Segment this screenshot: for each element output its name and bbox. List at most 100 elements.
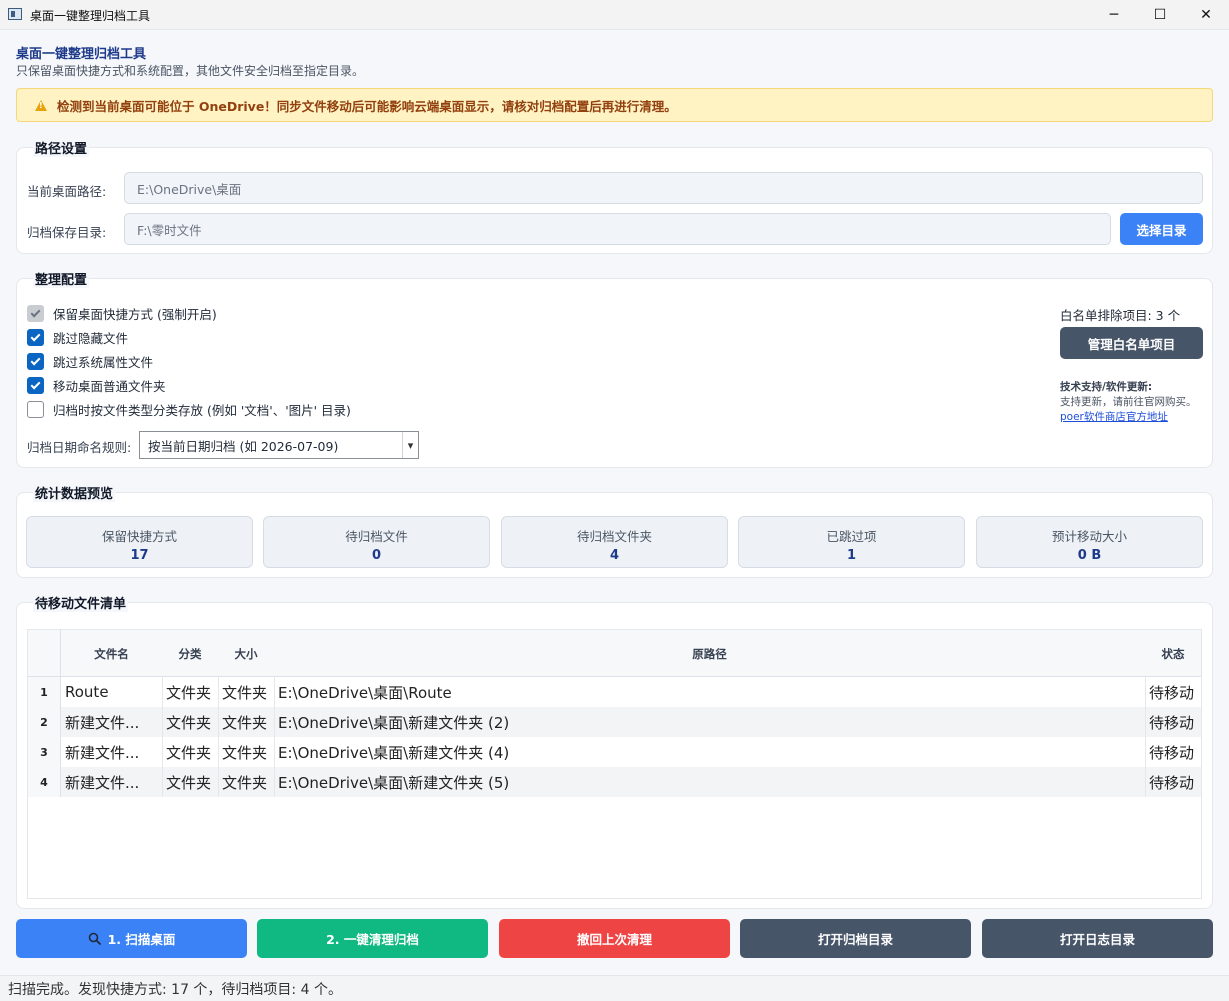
warning-text: 检测到当前桌面可能位于 OneDrive！同步文件移动后可能影响云端桌面显示，请… <box>57 98 677 114</box>
archive-path-field[interactable]: F:\零时文件 <box>124 213 1111 245</box>
column-header-status[interactable]: 状态 <box>1145 630 1201 677</box>
one-click-clean-button[interactable]: 2. 一键清理归档 <box>257 919 488 958</box>
table-row[interactable]: 3 新建文件... 文件夹 文件夹 E:\OneDrive\桌面\新建文件夹 (… <box>28 737 1201 767</box>
column-header-path[interactable]: 原路径 <box>274 630 1145 677</box>
cell-path: E:\OneDrive\桌面\Route <box>274 677 1145 707</box>
column-header-size[interactable]: 大小 <box>218 630 274 677</box>
checkbox-skip-hidden[interactable] <box>27 329 44 346</box>
date-rule-select[interactable]: 按当前日期归档 (如 2026-07-09) ▾ <box>139 431 419 459</box>
page-subtitle: 只保留桌面快捷方式和系统配置，其他文件安全归档至指定目录。 <box>16 64 365 78</box>
stat-label: 已跳过项 <box>826 529 877 544</box>
file-table[interactable]: 文件名 分类 大小 原路径 状态 1 Route 文件夹 文件夹 E:\OneD… <box>27 629 1202 899</box>
option-label: 跳过隐藏文件 <box>53 331 129 346</box>
option-keep-shortcuts: 保留桌面快捷方式 (强制开启) <box>27 304 217 323</box>
date-rule-value: 按当前日期归档 (如 2026-07-09) <box>148 438 339 454</box>
status-bar: 扫描完成。发现快捷方式: 17 个，待归档项目: 4 个。 <box>0 975 1229 1001</box>
stats-title: 统计数据预览 <box>33 483 116 502</box>
option-classify-by-type[interactable]: 归档时按文件类型分类存放 (例如 '文档'、'图片' 目录) <box>27 400 351 419</box>
close-button[interactable]: ✕ <box>1183 0 1229 30</box>
archive-path-label: 归档保存目录: <box>27 225 107 240</box>
page-title: 桌面一键整理归档工具 <box>16 47 147 62</box>
maximize-button[interactable]: ☐ <box>1137 0 1183 30</box>
window-title: 桌面一键整理归档工具 <box>30 9 151 23</box>
cell-status: 待移动 <box>1145 707 1201 737</box>
window-titlebar: 桌面一键整理归档工具 ─ ☐ ✕ <box>0 0 1229 30</box>
search-icon <box>88 932 101 945</box>
cell-size: 文件夹 <box>218 767 274 797</box>
table-row[interactable]: 1 Route 文件夹 文件夹 E:\OneDrive\桌面\Route 待移动 <box>28 677 1201 707</box>
cell-size: 文件夹 <box>218 707 274 737</box>
row-number: 1 <box>28 677 61 707</box>
filelist-title: 待移动文件清单 <box>33 593 129 612</box>
row-number: 4 <box>28 767 61 797</box>
cell-name: 新建文件... <box>65 743 140 762</box>
manage-whitelist-button[interactable]: 管理白名单项目 <box>1060 327 1203 359</box>
option-label: 移动桌面普通文件夹 <box>53 379 166 394</box>
option-skip-hidden[interactable]: 跳过隐藏文件 <box>27 328 128 347</box>
row-number: 2 <box>28 707 61 737</box>
stat-card-shortcuts: 保留快捷方式 17 <box>26 516 253 568</box>
cell-size: 文件夹 <box>218 737 274 767</box>
option-move-folders[interactable]: 移动桌面普通文件夹 <box>27 376 166 395</box>
path-settings-group: 路径设置 当前桌面路径: E:\OneDrive\桌面 归档保存目录: F:\零… <box>16 138 1213 254</box>
cell-status: 待移动 <box>1145 767 1201 797</box>
undo-clean-button[interactable]: 撤回上次清理 <box>499 919 730 958</box>
cell-type: 文件夹 <box>162 737 218 767</box>
cell-name: 新建文件... <box>65 713 140 732</box>
stat-label: 待归档文件夹 <box>576 529 652 544</box>
stat-value: 1 <box>846 548 857 563</box>
warning-icon <box>35 99 47 111</box>
cell-size: 文件夹 <box>218 677 274 707</box>
filelist-group: 待移动文件清单 文件名 分类 大小 原路径 状态 1 Route 文件夹 文件夹… <box>16 593 1213 909</box>
cell-type: 文件夹 <box>162 707 218 737</box>
row-number: 3 <box>28 737 61 767</box>
desktop-path-field[interactable]: E:\OneDrive\桌面 <box>124 172 1203 204</box>
path-settings-title: 路径设置 <box>33 138 90 157</box>
stat-card-skipped: 已跳过项 1 <box>738 516 965 568</box>
choose-directory-button[interactable]: 选择目录 <box>1120 213 1203 245</box>
stat-value: 0 B <box>1077 548 1102 563</box>
cell-name: Route <box>65 683 109 701</box>
whitelist-count: 白名单排除项目: 3 个 <box>1060 308 1181 323</box>
cell-path: E:\OneDrive\桌面\新建文件夹 (5) <box>274 767 1145 797</box>
checkbox-move-folders[interactable] <box>27 377 44 394</box>
stat-value: 0 <box>371 548 382 563</box>
stat-label: 保留快捷方式 <box>101 529 177 544</box>
checkbox-keep-shortcuts <box>27 305 44 322</box>
table-header: 文件名 分类 大小 原路径 状态 <box>28 630 1201 677</box>
stat-card-size: 预计移动大小 0 B <box>976 516 1203 568</box>
stat-value: 17 <box>130 548 149 563</box>
cell-path: E:\OneDrive\桌面\新建文件夹 (2) <box>274 707 1145 737</box>
store-link[interactable]: poer软件商店官方地址 <box>1060 409 1168 424</box>
checkbox-classify-by-type[interactable] <box>27 401 44 418</box>
table-row[interactable]: 2 新建文件... 文件夹 文件夹 E:\OneDrive\桌面\新建文件夹 (… <box>28 707 1201 737</box>
cell-type: 文件夹 <box>162 677 218 707</box>
table-row[interactable]: 4 新建文件... 文件夹 文件夹 E:\OneDrive\桌面\新建文件夹 (… <box>28 767 1201 797</box>
column-header-type[interactable]: 分类 <box>162 630 218 677</box>
cell-name: 新建文件... <box>65 773 140 792</box>
column-header-name[interactable]: 文件名 <box>61 630 162 677</box>
open-archive-dir-button[interactable]: 打开归档目录 <box>740 919 971 958</box>
chevron-down-icon: ▾ <box>402 432 418 458</box>
minimize-button[interactable]: ─ <box>1091 0 1137 30</box>
status-text: 扫描完成。发现快捷方式: 17 个，待归档项目: 4 个。 <box>8 981 342 998</box>
option-label: 跳过系统属性文件 <box>53 355 154 370</box>
option-label: 归档时按文件类型分类存放 (例如 '文档'、'图片' 目录) <box>53 403 351 418</box>
option-label: 保留桌面快捷方式 (强制开启) <box>53 307 217 322</box>
config-group: 整理配置 保留桌面快捷方式 (强制开启) 跳过隐藏文件 跳过系统属性文件 移动桌… <box>16 269 1213 468</box>
stat-label: 待归档文件 <box>345 529 408 544</box>
cell-path: E:\OneDrive\桌面\新建文件夹 (4) <box>274 737 1145 767</box>
config-title: 整理配置 <box>33 269 90 288</box>
scan-desktop-button[interactable]: 1. 扫描桌面 <box>16 919 247 958</box>
support-title: 技术支持/软件更新: <box>1060 381 1153 393</box>
open-log-dir-button[interactable]: 打开日志目录 <box>982 919 1213 958</box>
support-text: 支持更新，请前往官网购买。 <box>1060 396 1197 408</box>
cell-status: 待移动 <box>1145 737 1201 767</box>
onedrive-warning-banner: 检测到当前桌面可能位于 OneDrive！同步文件移动后可能影响云端桌面显示，请… <box>16 88 1213 122</box>
stat-value: 4 <box>609 548 620 563</box>
option-skip-system[interactable]: 跳过系统属性文件 <box>27 352 153 371</box>
cell-status: 待移动 <box>1145 677 1201 707</box>
checkbox-skip-system[interactable] <box>27 353 44 370</box>
date-rule-label: 归档日期命名规则: <box>27 440 132 455</box>
stat-label: 预计移动大小 <box>1051 529 1127 544</box>
